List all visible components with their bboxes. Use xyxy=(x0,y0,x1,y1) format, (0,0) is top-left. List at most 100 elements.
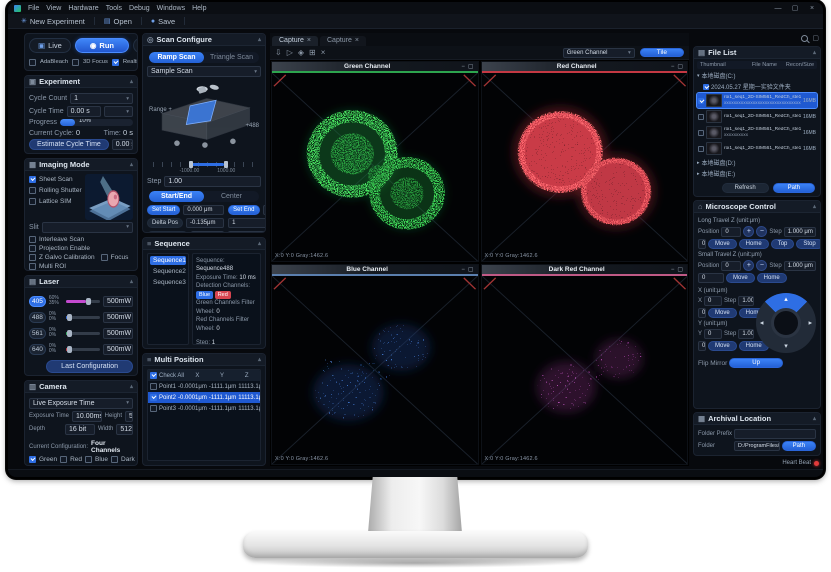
channel-settings-icon[interactable]: ▢ xyxy=(468,266,474,273)
folder-node[interactable]: 2024.05.27 星期一实验文件夹 xyxy=(697,82,817,91)
longz-target-input[interactable]: 0 xyxy=(698,239,706,249)
menu-windows[interactable]: Windows xyxy=(157,5,185,12)
laser-561-slider[interactable] xyxy=(66,332,100,335)
mode-lattice-sim[interactable]: Lattice SIM xyxy=(29,198,82,205)
cycle-count-input[interactable]: 1▾ xyxy=(70,93,133,104)
live-button[interactable]: ▣ Live xyxy=(29,38,71,53)
laser-488-chip[interactable]: 488 xyxy=(29,312,46,323)
pin-icon[interactable]: ▴ xyxy=(258,240,261,247)
cycle-time-unit-select[interactable]: ▾ xyxy=(104,106,133,117)
focus-checkbox[interactable]: Focus xyxy=(101,254,129,261)
add-position-button[interactable]: + xyxy=(204,465,211,466)
close-tool-icon[interactable]: × xyxy=(321,48,326,57)
mode-sheet-scan[interactable]: Sheet Scan xyxy=(29,176,82,183)
red-channel-view[interactable]: Red Channel − ▢ xyxy=(481,61,689,262)
scan-range-slider[interactable]: -1000.00 1000.00 xyxy=(153,158,255,172)
realtime-sr-checkbox[interactable] xyxy=(112,59,119,66)
drive-c-node[interactable]: ▾ 本地磁盘(C:) xyxy=(697,71,817,80)
menu-tools[interactable]: Tools xyxy=(106,5,122,12)
tab-triangle-scan[interactable]: Triangle Scan xyxy=(204,52,259,63)
channel-green-checkbox[interactable]: Green xyxy=(29,456,57,463)
xy-dpad[interactable]: ▴ ▾ ▴ ▴ xyxy=(756,293,816,353)
set-current-button[interactable]: Set Current xyxy=(147,231,188,233)
height-input[interactable]: 512px xyxy=(125,411,133,422)
width-input[interactable]: 512px xyxy=(116,424,133,435)
laser-640-chip[interactable]: 640 xyxy=(29,344,46,355)
close-tab-icon[interactable]: × xyxy=(307,37,311,44)
snap-button[interactable]: ⊙ Snap xyxy=(133,38,138,53)
green-channel-view[interactable]: Green Channel − ▢ xyxy=(271,61,479,262)
tree-expand-icon[interactable]: ▸ xyxy=(697,171,700,177)
projection-enable-checkbox[interactable]: Projection Enable xyxy=(29,245,90,252)
smallz-target-input[interactable]: 0 xyxy=(698,273,724,283)
check-all-checkbox[interactable] xyxy=(150,372,157,379)
pin-icon[interactable]: ▴ xyxy=(130,78,133,85)
smallz-position-input[interactable]: 0 xyxy=(721,261,741,271)
laser-405-slider[interactable] xyxy=(66,300,100,303)
longz-move-button[interactable]: Move xyxy=(708,239,737,249)
point1-checkbox[interactable] xyxy=(150,383,157,390)
dark-red-channel-view[interactable]: Dark Red Channel − ▢ xyxy=(481,264,689,465)
smallz-step-input[interactable]: 1.000 μm xyxy=(784,261,816,271)
longz-stop-button[interactable]: Stop xyxy=(796,239,821,249)
slit-select[interactable]: ▾ xyxy=(42,222,133,233)
pin-icon[interactable]: ▴ xyxy=(813,415,816,422)
exposure-time-input[interactable]: 10.00ms xyxy=(72,411,102,422)
menu-help[interactable]: Help xyxy=(192,5,206,12)
dpad-up-button[interactable]: ▴ xyxy=(784,296,788,303)
live-exposure-select[interactable]: Live Exposure Time▾ xyxy=(29,398,133,409)
y-step-input[interactable]: 1.000 μm xyxy=(738,329,754,339)
minimize-channel-icon[interactable]: − xyxy=(671,64,675,70)
laser-640-slider[interactable] xyxy=(66,348,100,351)
longz-home-button[interactable]: Home xyxy=(739,239,769,249)
delta-input[interactable]: -0.135μm xyxy=(186,218,224,228)
x-step-input[interactable]: 1.000 μm xyxy=(738,296,754,306)
pin-icon[interactable]: ▴ xyxy=(813,49,816,56)
depth-select[interactable]: 16 bit xyxy=(65,424,95,435)
file-row-2[interactable]: roi1_seq1_2D-SIM561_RedCh_ste1_Simo 16MB xyxy=(697,109,817,124)
cursor-icon[interactable]: ▷ xyxy=(287,48,293,57)
set-end-button[interactable]: Set End xyxy=(228,205,259,215)
end-input[interactable]: 0.000 μm xyxy=(263,205,266,215)
pin-tool-icon[interactable]: ◈ xyxy=(298,48,304,57)
tab-center[interactable]: Center xyxy=(204,191,259,202)
current-input[interactable]: -0.135μm xyxy=(191,231,224,233)
set-start-button[interactable]: Set Start xyxy=(147,205,180,215)
laser-488-slider[interactable] xyxy=(66,316,100,319)
sequence-item-1[interactable]: Sequence1 xyxy=(150,256,186,265)
cycle-time-input[interactable]: 0.00 s xyxy=(67,106,101,117)
table-row-point2[interactable]: Point2 -0.0001μm -1111.1μm 11113.1μm xyxy=(148,392,260,403)
menu-file[interactable]: File xyxy=(28,5,39,12)
tab-capture-1[interactable]: Capture× xyxy=(272,36,318,46)
delta-pos-button[interactable]: Delta Pos xyxy=(147,218,183,228)
folder-input[interactable]: D:/ProgramFiles/arc/huangxian~ xyxy=(734,441,780,451)
point3-checkbox[interactable] xyxy=(150,405,157,412)
3d-focus-checkbox[interactable] xyxy=(72,59,79,66)
folder-prefix-input[interactable] xyxy=(734,429,816,439)
minimize-channel-icon[interactable]: − xyxy=(671,267,675,273)
longz-plus-button[interactable]: + xyxy=(743,226,754,237)
channel-settings-icon[interactable]: ▢ xyxy=(677,63,683,70)
pin-icon[interactable]: ▴ xyxy=(258,36,261,43)
pin-icon[interactable]: ▴ xyxy=(130,383,133,390)
laser-561-power-select[interactable]: 500mW▾ xyxy=(103,328,133,339)
search-icon[interactable] xyxy=(801,35,808,42)
file-checkbox[interactable] xyxy=(698,114,704,120)
smallz-plus-button[interactable]: + xyxy=(743,260,754,271)
pin-icon[interactable]: ▴ xyxy=(813,203,816,210)
drive-e-node[interactable]: ▸ 本地磁盘(E:) xyxy=(697,169,817,178)
export-icon[interactable]: ⇩ xyxy=(275,48,282,57)
smallz-move-button[interactable]: Move xyxy=(726,273,755,283)
point2-checkbox[interactable] xyxy=(150,394,157,401)
archival-path-button[interactable]: Path xyxy=(782,441,816,451)
sample-scan-select[interactable]: Sample Scan▾ xyxy=(147,66,261,77)
x-move-button[interactable]: Move xyxy=(708,308,737,318)
laser-405-power-select[interactable]: 500mW▾ xyxy=(103,296,133,307)
menu-debug[interactable]: Debug xyxy=(129,5,150,12)
tree-expand-icon[interactable]: ▸ xyxy=(697,160,700,166)
save-button[interactable]: ● Save xyxy=(146,16,180,27)
new-experiment-button[interactable]: ✳ New Experiment xyxy=(16,16,90,27)
channel-settings-icon[interactable]: ▢ xyxy=(468,63,474,70)
refresh-files-button[interactable]: Refresh xyxy=(722,183,769,193)
x-target-input[interactable]: 0 xyxy=(698,308,706,318)
